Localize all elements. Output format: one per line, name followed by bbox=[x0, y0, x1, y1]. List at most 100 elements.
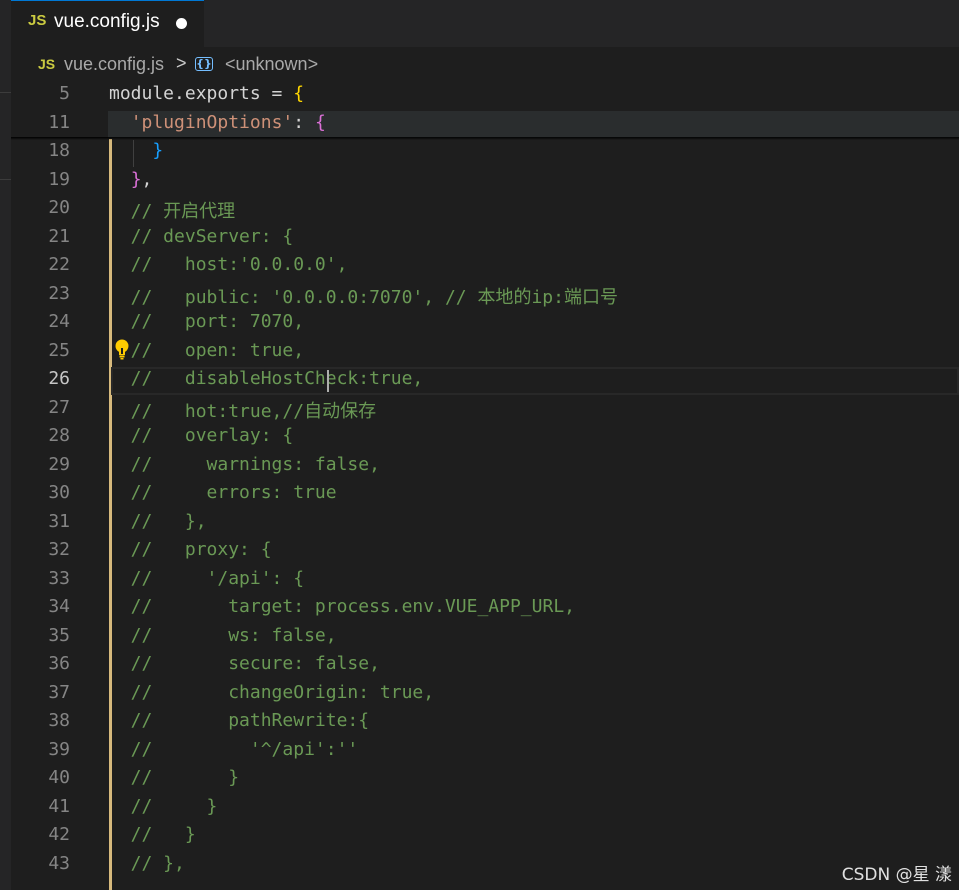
text-cursor bbox=[327, 370, 329, 392]
token: // port: 7070, bbox=[109, 311, 305, 332]
token: // target: process.env.VUE_APP_URL, bbox=[109, 596, 575, 617]
token: { bbox=[293, 83, 305, 104]
tab-label: vue.config.js bbox=[54, 11, 160, 32]
line-number: 27 bbox=[48, 396, 70, 418]
sticky-scroll-shadow bbox=[11, 137, 959, 140]
token: // devServer: { bbox=[109, 225, 294, 247]
line-number: 18 bbox=[48, 140, 70, 161]
line-number: 33 bbox=[48, 567, 70, 589]
watermark: CSDN @星 漾 bbox=[841, 865, 952, 885]
token: // errors: true bbox=[109, 482, 337, 503]
token: } bbox=[152, 140, 164, 161]
token: // }, bbox=[109, 510, 207, 532]
code-line[interactable]: 43 // }, bbox=[11, 853, 959, 881]
token: // '^/api':'' bbox=[109, 738, 359, 760]
code-line[interactable]: 21 // devServer: { bbox=[11, 226, 959, 254]
line-number: 25 bbox=[48, 339, 70, 361]
line-number: 29 bbox=[48, 453, 70, 475]
line-number: 36 bbox=[48, 653, 70, 674]
breadcrumb-symbol[interactable]: <unknown> bbox=[225, 54, 318, 75]
line-number: 22 bbox=[48, 254, 70, 275]
code-line[interactable]: 39 // '^/api':'' bbox=[11, 739, 959, 767]
line-text: // port: 7070, bbox=[109, 311, 304, 332]
token: : bbox=[293, 111, 315, 133]
line-number: 23 bbox=[48, 282, 70, 304]
line-text: // '^/api':'' bbox=[109, 738, 359, 760]
line-number: 43 bbox=[48, 852, 70, 874]
line-number: 38 bbox=[48, 710, 70, 731]
token: // pathRewrite:{ bbox=[109, 710, 370, 731]
code-line[interactable]: 26 // disableHostCheck:true, bbox=[11, 368, 959, 396]
token: // '/api': { bbox=[109, 567, 305, 589]
tab-vue-config[interactable]: JS vue.config.js bbox=[11, 0, 204, 47]
code-line[interactable]: 29 // warnings: false, bbox=[11, 454, 959, 482]
code-line[interactable]: 35 // ws: false, bbox=[11, 625, 959, 653]
token: // open: true, bbox=[109, 339, 305, 361]
chevron-right-icon: > bbox=[176, 53, 187, 73]
line-text: // overlay: { bbox=[109, 425, 294, 446]
line-number: 31 bbox=[48, 510, 70, 532]
token: // changeOrigin: true, bbox=[109, 681, 435, 703]
token: // hot:true,//自动保存 bbox=[109, 400, 377, 422]
code-line[interactable]: 24 // port: 7070, bbox=[11, 311, 959, 339]
token: { bbox=[314, 111, 326, 133]
line-text: // target: process.env.VUE_APP_URL, bbox=[109, 596, 575, 617]
code-line[interactable]: 27 // hot:true,//自动保存 bbox=[11, 397, 959, 425]
code-line[interactable]: 22 // host:'0.0.0.0', bbox=[11, 254, 959, 282]
line-number: 35 bbox=[48, 624, 70, 646]
code-line[interactable]: 23 // public: '0.0.0.0:7070', // 本地的ip:端… bbox=[11, 283, 959, 311]
code-line[interactable]: 41 // } bbox=[11, 796, 959, 824]
code-line[interactable]: 33 // '/api': { bbox=[11, 568, 959, 596]
line-number: 26 bbox=[48, 368, 70, 389]
line-text: // disableHostCheck:true, bbox=[109, 368, 424, 389]
token: // secure: false, bbox=[109, 653, 380, 674]
line-number: 42 bbox=[48, 824, 70, 845]
code-line[interactable]: 20 // 开启代理 bbox=[11, 197, 959, 225]
code-line[interactable]: 42 // } bbox=[11, 824, 959, 852]
line-text: // secure: false, bbox=[109, 653, 380, 674]
token: // disableHostCheck:true, bbox=[109, 368, 424, 389]
lightbulb-icon[interactable] bbox=[114, 339, 130, 361]
line-number: 28 bbox=[48, 425, 70, 446]
code-line[interactable]: 36 // secure: false, bbox=[11, 653, 959, 681]
code-line[interactable]: 25 // open: true, bbox=[11, 340, 959, 368]
code-line[interactable]: 18 } bbox=[11, 140, 959, 168]
js-file-icon: JS bbox=[38, 56, 56, 72]
line-text: // changeOrigin: true, bbox=[109, 682, 434, 703]
breadcrumb: JS vue.config.js > {} <unknown> bbox=[11, 48, 959, 83]
line-number: 34 bbox=[48, 596, 70, 617]
code-editor[interactable]: 5 module.exports = { 11 'pluginOptions': {… bbox=[11, 83, 959, 890]
code-line[interactable]: 31 // }, bbox=[11, 511, 959, 539]
line-text: module.exports = { bbox=[109, 83, 304, 104]
code-line[interactable]: 5 module.exports = { bbox=[11, 83, 959, 111]
code-line[interactable]: 30 // errors: true bbox=[11, 482, 959, 510]
code-line[interactable]: 34 // target: process.env.VUE_APP_URL, bbox=[11, 596, 959, 624]
token: // warnings: false, bbox=[109, 453, 380, 475]
panel-divider bbox=[0, 179, 11, 180]
token: // } bbox=[109, 795, 218, 817]
line-text: // devServer: { bbox=[109, 225, 294, 247]
code-line[interactable]: 37 // changeOrigin: true, bbox=[11, 682, 959, 710]
code-line[interactable]: 32 // proxy: { bbox=[11, 539, 959, 567]
line-text: // proxy: { bbox=[109, 539, 272, 560]
line-text: // ws: false, bbox=[109, 625, 337, 646]
unsaved-dot-icon[interactable] bbox=[176, 18, 187, 29]
code-line[interactable]: 40 // } bbox=[11, 767, 959, 795]
line-number: 32 bbox=[48, 539, 70, 560]
breadcrumb-file[interactable]: vue.config.js bbox=[64, 54, 164, 75]
code-line[interactable]: 38 // pathRewrite:{ bbox=[11, 710, 959, 738]
token: // } bbox=[109, 767, 240, 788]
line-number: 5 bbox=[59, 83, 70, 104]
code-line[interactable]: 11 'pluginOptions': { bbox=[11, 112, 959, 140]
token: // overlay: { bbox=[109, 425, 294, 446]
panel-divider bbox=[0, 92, 11, 93]
token: } bbox=[130, 168, 142, 190]
line-text: // '/api': { bbox=[109, 568, 304, 589]
code-line[interactable]: 28 // overlay: { bbox=[11, 425, 959, 453]
line-text: // open: true, bbox=[109, 340, 304, 361]
code-line[interactable]: 19 }, bbox=[11, 169, 959, 197]
token: // 开启代理 bbox=[109, 201, 236, 222]
line-number: 39 bbox=[48, 738, 70, 760]
